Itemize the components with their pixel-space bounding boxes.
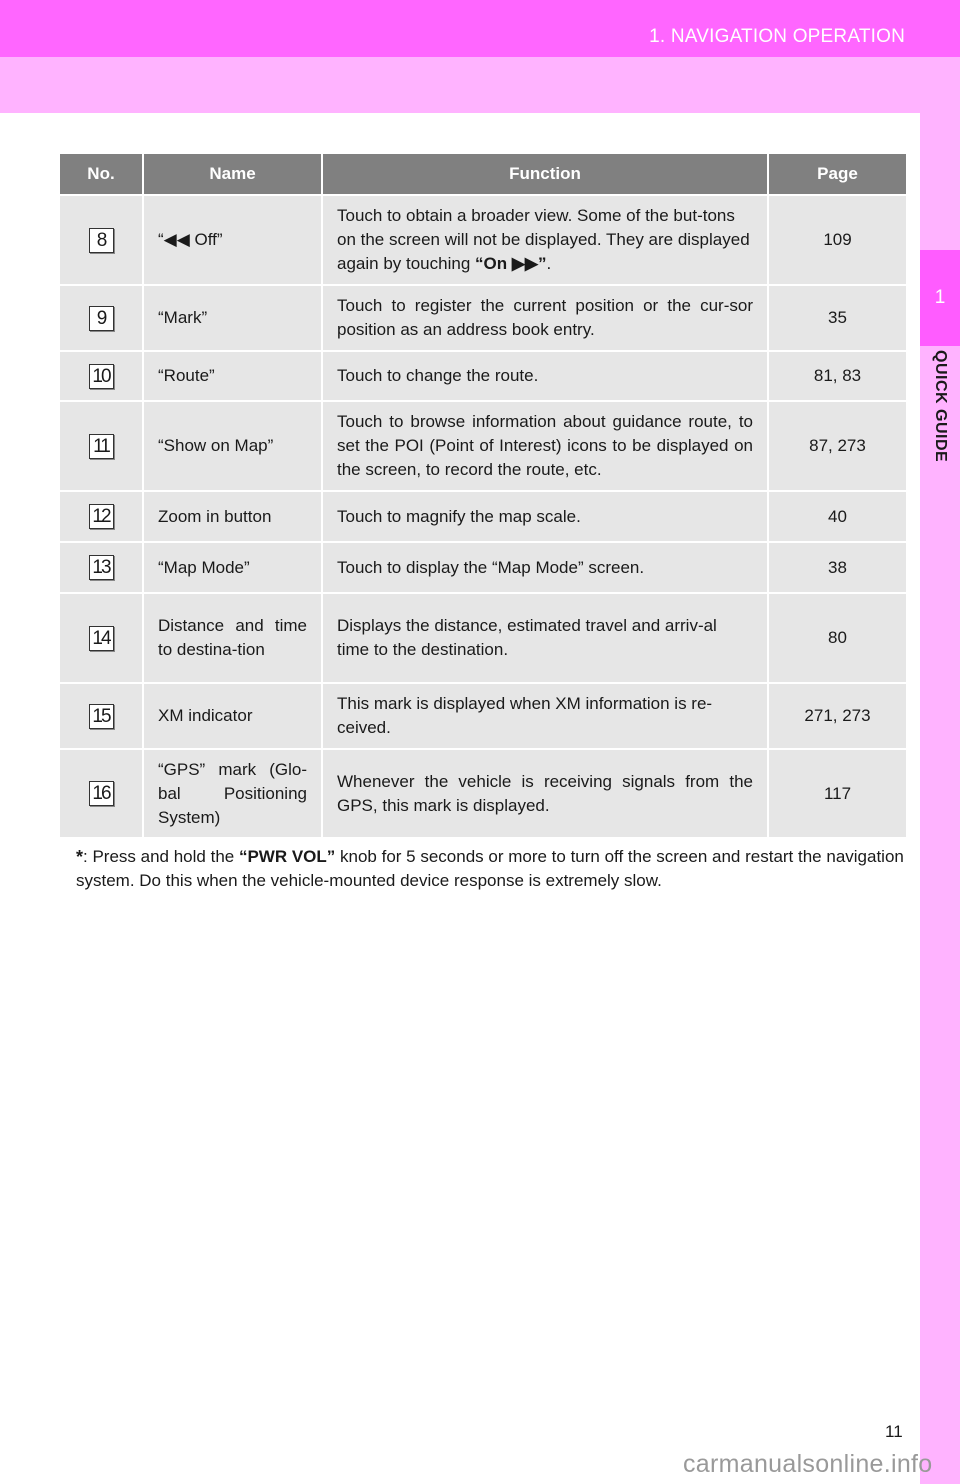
table-row: 14 Distance and time to destina-tion Dis… (60, 592, 906, 684)
cell-name: “GPS” mark (Glo-bal Positioning System) (142, 748, 323, 839)
section-title: 1. NAVIGATION OPERATION (649, 26, 905, 47)
cell-function: Whenever the vehicle is receiving signal… (321, 748, 769, 839)
item-number-badge: 9 (88, 305, 114, 331)
item-number-badge: 10 (88, 363, 114, 389)
cell-no: 16 (60, 748, 144, 839)
cell-page: 40 (767, 490, 906, 543)
cell-function: Touch to display the “Map Mode” screen. (321, 541, 769, 594)
table-row: 9 “Mark” Touch to register the current p… (60, 284, 906, 352)
footnote-text-start: : Press and hold the (83, 847, 239, 866)
cell-page: 80 (767, 592, 906, 684)
item-number-badge: 13 (88, 555, 114, 580)
cell-name: “Show on Map” (142, 400, 323, 492)
cell-name: “Mark” (142, 284, 323, 352)
table-row: 8 “◀◀ Off” Touch to obtain a broader vie… (60, 194, 906, 286)
cell-page: 81, 83 (767, 350, 906, 402)
cell-page: 87, 273 (767, 400, 906, 492)
cell-page: 109 (767, 194, 906, 286)
table-row: 16 “GPS” mark (Glo-bal Positioning Syste… (60, 748, 906, 839)
cell-no: 15 (60, 682, 144, 750)
table-row: 13 “Map Mode” Touch to display the “Map … (60, 541, 906, 594)
item-number-badge: 11 (88, 433, 114, 459)
cell-function: Touch to browse information about guidan… (321, 400, 769, 492)
table-row: 15 XM indicator This mark is displayed w… (60, 682, 906, 750)
function-table: No. Name Function Page 8 “◀◀ Off” Touch … (60, 154, 906, 839)
table-header-row: No. Name Function Page (60, 154, 906, 196)
watermark[interactable]: carmanualsonline.info (683, 1450, 933, 1479)
cell-name: “◀◀ Off” (142, 194, 323, 286)
cell-function: Displays the distance, estimated travel … (321, 592, 769, 684)
item-number-badge: 14 (88, 625, 114, 651)
cell-name: “Route” (142, 350, 323, 402)
cell-name: Distance and time to destina-tion (142, 592, 323, 684)
side-tab-label: QUICK GUIDE (920, 350, 960, 500)
cell-name: Zoom in button (142, 490, 323, 543)
cell-no: 11 (60, 400, 144, 492)
item-number-badge: 15 (88, 703, 114, 729)
cell-name: “Map Mode” (142, 541, 323, 594)
page-number: 11 (885, 1422, 903, 1441)
table-row: 11 “Show on Map” Touch to browse informa… (60, 400, 906, 492)
side-tab-chapter-number[interactable]: 1 (920, 250, 960, 346)
item-number-badge: 8 (88, 227, 114, 253)
header-page: Page (767, 154, 906, 196)
cell-no: 14 (60, 592, 144, 684)
cell-function: Touch to obtain a broader view. Some of … (321, 194, 769, 286)
cell-no: 8 (60, 194, 144, 286)
function-text-end: . (546, 254, 552, 273)
sub-header-band (0, 57, 960, 113)
cell-function: Touch to change the route. (321, 350, 769, 402)
chapter-header-bar: 1. NAVIGATION OPERATION (0, 0, 960, 57)
cell-page: 35 (767, 284, 906, 352)
footnote-marker: * (76, 847, 84, 867)
header-function: Function (321, 154, 769, 196)
pwr-vol-knob-label: “PWR VOL” (238, 847, 336, 866)
table-row: 10 “Route” Touch to change the route. 81… (60, 350, 906, 402)
header-name: Name (142, 154, 323, 196)
cell-no: 13 (60, 541, 144, 594)
header-no: No. (60, 154, 144, 196)
table-row: 12 Zoom in button Touch to magnify the m… (60, 490, 906, 543)
cell-no: 12 (60, 490, 144, 543)
side-tab-label-text: QUICK GUIDE (932, 350, 949, 463)
cell-page: 38 (767, 541, 906, 594)
item-number-badge: 12 (88, 504, 114, 529)
cell-function: Touch to register the current position o… (321, 284, 769, 352)
cell-no: 10 (60, 350, 144, 402)
cell-function: Touch to magnify the map scale. (321, 490, 769, 543)
cell-page: 271, 273 (767, 682, 906, 750)
footnote: *: Press and hold the “PWR VOL” knob for… (76, 845, 906, 893)
cell-name: XM indicator (142, 682, 323, 750)
on-button-label: “On ▶▶” (475, 254, 547, 273)
cell-function: This mark is displayed when XM informati… (321, 682, 769, 750)
cell-no: 9 (60, 284, 144, 352)
item-number-badge: 16 (88, 781, 114, 806)
cell-page: 117 (767, 748, 906, 839)
